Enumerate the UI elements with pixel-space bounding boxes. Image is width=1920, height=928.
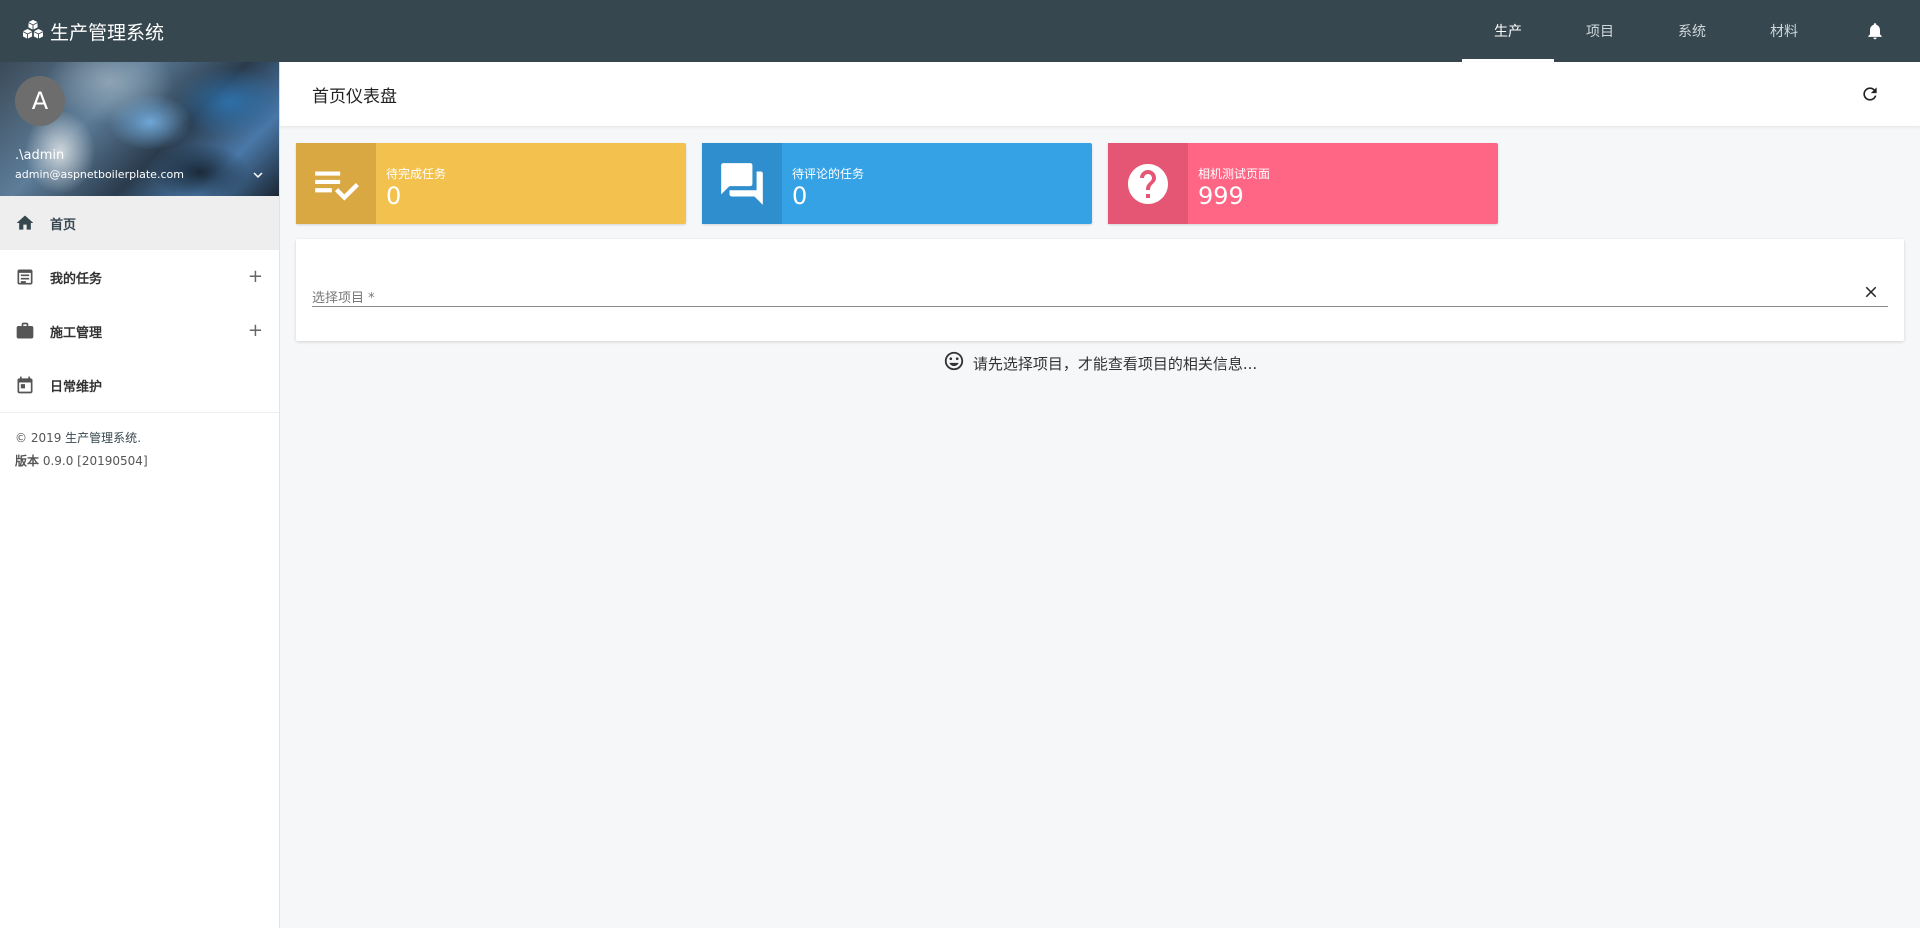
app-title: 生产管理系统 bbox=[50, 21, 165, 44]
hint-text: 请先选择项目，才能查看项目的相关信息... bbox=[972, 354, 1258, 373]
sidebar-item-label: 我的任务 bbox=[50, 271, 103, 287]
assignment-icon bbox=[14, 266, 36, 288]
top-nav-tabs: 生产 项目 系统 材料 bbox=[1462, 0, 1920, 62]
version-value: 0.9.0 [20190504] bbox=[39, 454, 148, 468]
main-content: 首页仪表盘 待完成任务 0 待评论的任务 0 相机测试页面 999 选择项目 *… bbox=[280, 62, 1920, 928]
stat-cards: 待完成任务 0 待评论的任务 0 相机测试页面 999 bbox=[296, 143, 1514, 224]
camera-test-card[interactable]: 相机测试页面 999 bbox=[1108, 143, 1498, 224]
project-select[interactable]: 选择项目 * bbox=[312, 279, 1888, 307]
sidebar-item-home[interactable]: 首页 bbox=[0, 196, 279, 250]
help-circle-icon bbox=[1108, 143, 1188, 224]
copyright-line: © 2019 生产管理系统. bbox=[15, 431, 142, 445]
top-navbar: 生产管理系统 生产 项目 系统 材料 bbox=[0, 0, 1920, 62]
avatar[interactable]: A bbox=[15, 76, 65, 126]
select-project-hint: 请先选择项目，才能查看项目的相关信息... bbox=[280, 350, 1920, 376]
project-select-placeholder: 选择项目 * bbox=[312, 291, 375, 306]
sidebar-item-construction[interactable]: 施工管理 + bbox=[0, 304, 279, 358]
sidebar-item-label: 日常维护 bbox=[50, 379, 103, 395]
project-select-panel: 选择项目 * bbox=[296, 239, 1904, 341]
tab-materials[interactable]: 材料 bbox=[1738, 0, 1830, 62]
expand-plus-icon[interactable]: + bbox=[248, 266, 263, 287]
sidebar-item-my-tasks[interactable]: 我的任务 + bbox=[0, 250, 279, 304]
refresh-icon[interactable] bbox=[1860, 84, 1880, 109]
page-title: 首页仪表盘 bbox=[312, 86, 397, 107]
home-icon bbox=[14, 212, 36, 234]
tab-system[interactable]: 系统 bbox=[1646, 0, 1738, 62]
tab-projects[interactable]: 项目 bbox=[1554, 0, 1646, 62]
sidebar-item-label: 首页 bbox=[50, 217, 77, 233]
smiley-icon bbox=[943, 350, 973, 376]
user-name: .\admin bbox=[15, 148, 65, 163]
sidebar: A .\admin admin@aspnetboilerplate.com 首页… bbox=[0, 62, 280, 928]
tab-production[interactable]: 生产 bbox=[1462, 0, 1554, 62]
briefcase-icon bbox=[14, 320, 36, 342]
app-brand[interactable]: 生产管理系统 bbox=[22, 18, 164, 45]
card-label: 相机测试页面 bbox=[1198, 167, 1271, 181]
sidebar-item-label: 施工管理 bbox=[50, 325, 103, 341]
close-icon[interactable] bbox=[1862, 283, 1880, 305]
card-value: 999 bbox=[1198, 182, 1244, 210]
card-label: 待评论的任务 bbox=[792, 167, 865, 181]
user-info-panel: A .\admin admin@aspnetboilerplate.com bbox=[0, 62, 279, 196]
card-value: 0 bbox=[386, 182, 402, 210]
sidebar-footer: © 2019 生产管理系统. 版本 0.9.0 [20190504] bbox=[0, 412, 279, 487]
sidebar-item-maintenance[interactable]: 日常维护 bbox=[0, 358, 279, 412]
user-email: admin@aspnetboilerplate.com bbox=[15, 168, 184, 181]
chevron-down-icon[interactable] bbox=[249, 166, 267, 188]
cubes-icon bbox=[22, 19, 50, 44]
footer-brand-link[interactable]: 生产管理系统 bbox=[65, 431, 137, 445]
page-header: 首页仪表盘 bbox=[280, 62, 1920, 126]
card-value: 0 bbox=[792, 182, 808, 210]
playlist-check-icon bbox=[296, 143, 376, 224]
pending-tasks-card[interactable]: 待完成任务 0 bbox=[296, 143, 686, 224]
calendar-icon bbox=[14, 374, 36, 396]
version-label: 版本 bbox=[15, 454, 40, 468]
bell-icon[interactable] bbox=[1830, 0, 1920, 62]
version-line: 版本 0.9.0 [20190504] bbox=[15, 450, 264, 473]
expand-plus-icon[interactable]: + bbox=[248, 320, 263, 341]
forum-icon bbox=[702, 143, 782, 224]
pending-review-card[interactable]: 待评论的任务 0 bbox=[702, 143, 1092, 224]
card-label: 待完成任务 bbox=[386, 167, 447, 181]
sidebar-menu: 首页 我的任务 + 施工管理 + 日常维护 bbox=[0, 196, 279, 412]
